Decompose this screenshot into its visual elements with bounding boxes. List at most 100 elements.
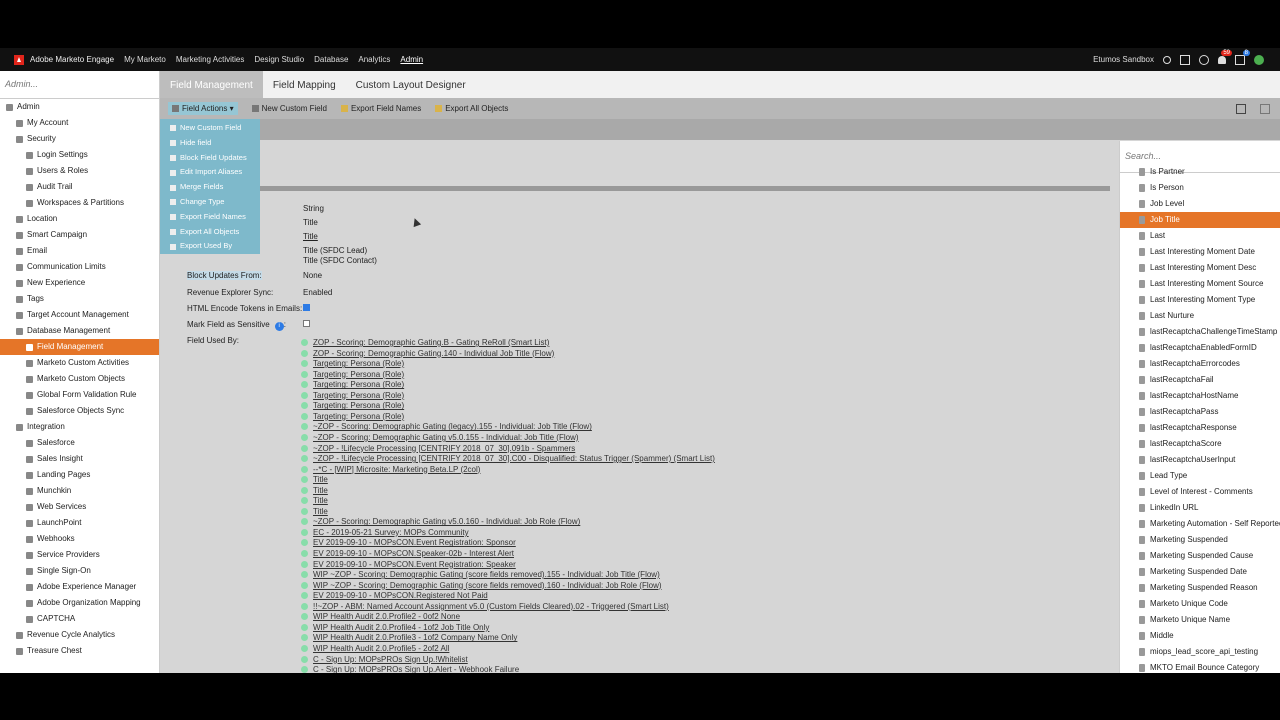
sidebar-item[interactable]: Munchkin [0,483,159,499]
field-list-item[interactable]: Last Nurture [1120,308,1280,324]
used-by-link[interactable]: WIP Health Audit 2.0.Profile4 - 1of2 Job… [301,623,489,632]
sidebar-item[interactable]: Service Providers [0,547,159,563]
field-list-item[interactable]: Last Interesting Moment Date [1120,244,1280,260]
used-by-link[interactable]: Title [301,507,328,516]
used-by-link[interactable]: Title [301,475,328,484]
tab-custom-layout-designer[interactable]: Custom Layout Designer [346,71,476,98]
field-list-item[interactable]: Last Interesting Moment Source [1120,276,1280,292]
export-field-names-button[interactable]: Export Field Names [340,104,421,113]
used-by-link[interactable]: !!~ZOP - ABM: Named Account Assignment v… [301,602,669,611]
settings-icon[interactable] [1260,103,1270,114]
notification-bell-icon[interactable]: 59 [1218,49,1232,64]
field-list-item[interactable]: lastRecaptchaChallengeTimeStamp [1120,324,1280,340]
sidebar-item[interactable]: Audit Trail [0,179,159,195]
field-list-item[interactable]: MKTO Email Bounce Category [1120,660,1280,673]
nav-analytics[interactable]: Analytics [358,55,390,64]
field-list-item[interactable]: Job Title [1120,212,1280,228]
used-by-link[interactable]: Targeting: Persona (Role) [301,391,404,400]
tab-field-management[interactable]: Field Management [160,71,263,98]
sidebar-item[interactable]: CAPTCHA [0,611,159,627]
used-by-link[interactable]: ~ZOP - !Lifecycle Processing [CENTRIFY 2… [301,444,575,453]
sidebar-item[interactable]: Integration [0,419,159,435]
nav-design-studio[interactable]: Design Studio [254,55,304,64]
used-by-link[interactable]: ZOP - Scoring: Demographic Gating.B - Ga… [301,338,549,347]
search-icon[interactable] [1163,55,1171,64]
info-icon[interactable]: i [274,322,284,331]
used-by-link[interactable]: --*C - [WIP] Microsite: Marketing Beta.L… [301,465,480,474]
used-by-link[interactable]: EV 2019-09-10 - MOPsCON.Speaker-02b - In… [301,549,514,558]
sidebar-item[interactable]: Webhooks [0,531,159,547]
used-by-link[interactable]: Targeting: Persona (Role) [301,412,404,421]
sidebar-item[interactable]: Target Account Management [0,307,159,323]
used-by-link[interactable]: ZOP - Scoring: Demographic Gating.140 - … [301,349,554,358]
history-icon[interactable] [1199,54,1209,65]
field-list-item[interactable]: Marketo Unique Name [1120,612,1280,628]
used-by-link[interactable]: ~ZOP - !Lifecycle Processing [CENTRIFY 2… [301,454,715,463]
sidebar-item[interactable]: Marketo Custom Activities [0,355,159,371]
menu-item[interactable]: Export Field Names [160,210,260,225]
used-by-link[interactable]: ~ZOP - Scoring: Demographic Gating v5.0.… [301,433,579,442]
field-list-item[interactable]: lastRecaptchaScore [1120,436,1280,452]
field-list-item[interactable]: lastRecaptchaResponse [1120,420,1280,436]
admin-search-input[interactable]: Admin... [0,71,159,99]
field-actions-button[interactable]: Field Actions ▾ [168,102,238,115]
nav-admin[interactable]: Admin [400,55,423,64]
menu-item[interactable]: Hide field [160,136,260,151]
grid-icon[interactable] [1180,54,1190,65]
field-list-item[interactable]: Last [1120,228,1280,244]
field-list-item[interactable]: Job Level [1120,196,1280,212]
sidebar-item[interactable]: Location [0,211,159,227]
used-by-link[interactable]: Targeting: Persona (Role) [301,359,404,368]
sidebar-item[interactable]: Revenue Cycle Analytics [0,627,159,643]
revenue-explorer-value[interactable]: Enabled [303,288,332,297]
menu-item[interactable]: Block Field Updates [160,151,260,166]
export-all-objects-button[interactable]: Export All Objects [435,104,508,113]
field-list-item[interactable]: lastRecaptchaHostName [1120,388,1280,404]
nav-my-marketo[interactable]: My Marketo [124,55,166,64]
sidebar-item[interactable]: Salesforce [0,435,159,451]
field-list-item[interactable]: Marketing Suspended [1120,532,1280,548]
field-list-item[interactable]: Level of Interest - Comments [1120,484,1280,500]
field-list-item[interactable]: Last Interesting Moment Type [1120,292,1280,308]
print-icon[interactable] [1236,103,1246,114]
field-list-item[interactable]: lastRecaptchaFail [1120,372,1280,388]
field-list-item[interactable]: Marketing Suspended Cause [1120,548,1280,564]
sidebar-item[interactable]: LaunchPoint [0,515,159,531]
sidebar-item[interactable]: Smart Campaign [0,227,159,243]
used-by-link[interactable]: Targeting: Persona (Role) [301,380,404,389]
field-list-item[interactable]: lastRecaptchaPass [1120,404,1280,420]
used-by-link[interactable]: Title [301,486,328,495]
sidebar-item[interactable]: Landing Pages [0,467,159,483]
sidebar-item[interactable]: Field Management [0,339,159,355]
sidebar-item[interactable]: Single Sign-On [0,563,159,579]
used-by-link[interactable]: Title [301,496,328,505]
field-list-item[interactable]: Last Interesting Moment Desc [1120,260,1280,276]
used-by-link[interactable]: Targeting: Persona (Role) [301,401,404,410]
sidebar-item[interactable]: Salesforce Objects Sync [0,403,159,419]
menu-item[interactable]: Merge Fields [160,180,260,195]
field-list-item[interactable]: Marketo Unique Code [1120,596,1280,612]
sidebar-item[interactable]: Login Settings [0,147,159,163]
field-list-item[interactable]: lastRecaptchaErrorcodes [1120,356,1280,372]
sidebar-item[interactable]: Users & Roles [0,163,159,179]
sidebar-item[interactable]: Web Services [0,499,159,515]
field-list-item[interactable]: Marketing Suspended Date [1120,564,1280,580]
tab-field-mapping[interactable]: Field Mapping [263,71,346,98]
menu-item[interactable]: Edit Import Aliases [160,165,260,180]
used-by-link[interactable]: EV 2019-09-10 - MOPsCON.Registered Not P… [301,591,488,600]
sidebar-item[interactable]: Adobe Organization Mapping [0,595,159,611]
used-by-link[interactable]: WIP ~ZOP - Scoring: Demographic Gating (… [301,581,662,590]
brand[interactable]: Adobe Marketo Engage [14,54,114,65]
used-by-link[interactable]: Targeting: Persona (Role) [301,370,404,379]
field-list-item[interactable]: Lead Type [1120,468,1280,484]
sidebar-item[interactable]: Marketo Custom Objects [0,371,159,387]
used-by-link[interactable]: ~ZOP - Scoring: Demographic Gating v5.0.… [301,517,580,526]
sidebar-item[interactable]: Admin [0,99,159,115]
field-list-item[interactable]: miops_lead_score_api_testing [1120,644,1280,660]
field-list-item[interactable]: Is Person [1120,180,1280,196]
nav-marketing-activities[interactable]: Marketing Activities [176,55,244,64]
used-by-link[interactable]: EV 2019-09-10 - MOPsCON.Event Registrati… [301,560,516,569]
used-by-link[interactable]: C - Sign Up: MOPsPROs Sign Up.!Whitelist [301,655,468,664]
sidebar-item[interactable]: Workspaces & Partitions [0,195,159,211]
field-list-item[interactable]: lastRecaptchaEnabledFormID [1120,340,1280,356]
